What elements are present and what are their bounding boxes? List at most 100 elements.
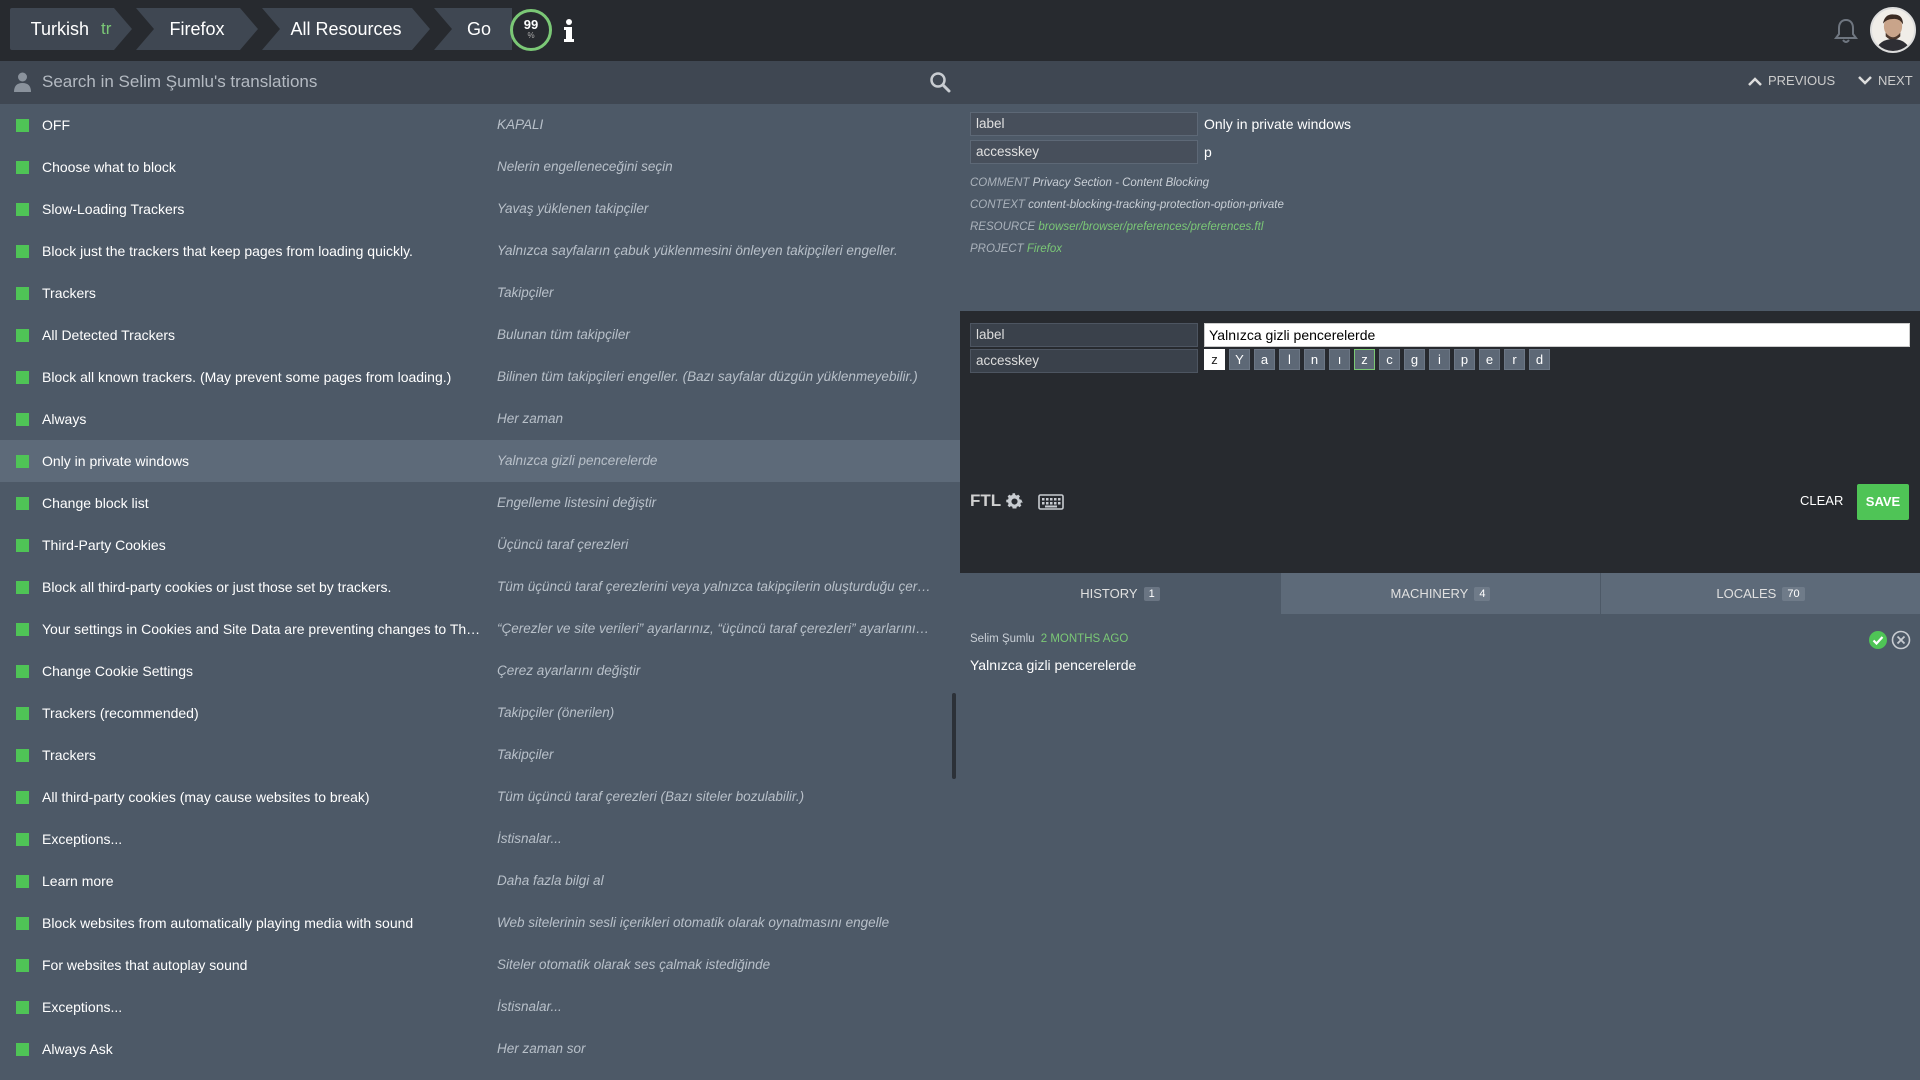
list-item[interactable]: Trackers Takipçiler	[0, 272, 960, 314]
source-panel: label Only in private windows accesskey …	[960, 104, 1920, 308]
list-item[interactable]: Trackers (recommended) Takipçiler (öneril…	[0, 692, 960, 734]
accesskey-option[interactable]: c	[1379, 349, 1400, 370]
approve-icon[interactable]	[1868, 630, 1888, 650]
accesskey-option[interactable]: r	[1504, 349, 1525, 370]
status-icon	[16, 791, 29, 804]
project-link[interactable]: Firefox	[1027, 243, 1062, 255]
translation-string: Tüm üçüncü taraf çerezleri (Bazı siteler…	[497, 789, 805, 804]
source-string: Block all third-party cookies or just th…	[42, 579, 392, 595]
list-item[interactable]: Third-Party Cookies Üçüncü taraf çerezler…	[0, 524, 960, 566]
accesskey-option[interactable]: z	[1354, 349, 1375, 370]
list-item[interactable]: All third-party cookies (may cause websi…	[0, 776, 960, 818]
translation-string: Her zaman sor	[497, 1041, 586, 1056]
list-item[interactable]: Trackers Takipçiler	[0, 734, 960, 776]
list-item[interactable]: Block just the trackers that keep pages …	[0, 230, 960, 272]
tab-machinery[interactable]: MACHINERY 4	[1280, 573, 1600, 614]
user-icon[interactable]	[14, 72, 31, 92]
accesskey-option[interactable]: l	[1279, 349, 1300, 370]
next-button[interactable]: NEXT	[1858, 73, 1913, 88]
source-string: Trackers	[42, 285, 96, 301]
translation-string: Takipçiler (önerilen)	[497, 705, 615, 720]
source-label-value: Only in private windows	[1204, 116, 1352, 132]
go-button[interactable]: Go	[434, 8, 512, 50]
translation-string: “Çerezler ve site verileri” ayarlarınız,…	[497, 621, 935, 636]
reject-icon[interactable]	[1891, 630, 1911, 650]
save-button[interactable]: SAVE	[1857, 484, 1909, 520]
list-item[interactable]: Exceptions... İstisnalar...	[0, 986, 960, 1028]
accesskey-option[interactable]: ı	[1329, 349, 1350, 370]
accesskey-option[interactable]: i	[1429, 349, 1450, 370]
list-item[interactable]: Slow-Loading Trackers Yavaş yüklenen taki…	[0, 188, 960, 230]
resource-link[interactable]: browser/browser/preferences/preferences.…	[1038, 221, 1263, 233]
resource-crumb[interactable]: All Resources	[262, 8, 430, 50]
list-item[interactable]: Change block list Engelleme listesini değ…	[0, 482, 960, 524]
accesskey-option[interactable]: z	[1204, 349, 1225, 370]
status-icon	[16, 455, 29, 468]
gear-icon[interactable]	[1004, 491, 1025, 512]
status-icon	[16, 833, 29, 846]
keyboard-icon[interactable]	[1038, 494, 1064, 510]
list-item[interactable]: Choose what to block Nelerin engelleneceğ…	[0, 146, 960, 188]
list-item[interactable]: Your settings in Cookies and Site Data a…	[0, 608, 960, 650]
accesskey-option[interactable]: e	[1479, 349, 1500, 370]
list-item[interactable]: Change Cookie Settings Çerez ayarlarını d…	[0, 650, 960, 692]
avatar[interactable]	[1870, 7, 1916, 53]
history-author[interactable]: Selim Şumlu	[970, 633, 1035, 645]
info-icon[interactable]	[560, 18, 578, 44]
source-label-key: label	[970, 112, 1198, 136]
translation-string: İstisnalar...	[497, 831, 562, 846]
list-item[interactable]: OFF KAPALI	[0, 104, 960, 146]
history-panel: Selim Şumlu 2 MONTHS AGO Yalnızca gizli …	[960, 614, 1920, 1080]
search-icon[interactable]	[929, 71, 951, 93]
tab-history[interactable]: HISTORY 1	[960, 573, 1280, 614]
accesskey-option[interactable]: g	[1404, 349, 1425, 370]
progress-indicator[interactable]: 99 %	[510, 9, 552, 51]
accesskey-option[interactable]: n	[1304, 349, 1325, 370]
search-input[interactable]	[42, 67, 922, 97]
list-item[interactable]: For websites that autoplay sound Siteler …	[0, 944, 960, 986]
source-string: Always	[42, 411, 87, 427]
ftl-toggle[interactable]: FTL	[970, 491, 1001, 511]
bell-icon[interactable]	[1833, 17, 1859, 45]
list-item-selected[interactable]: Only in private windows Yalnızca gizli pe…	[0, 440, 960, 482]
status-icon	[16, 623, 29, 636]
list-item[interactable]: All Detected Trackers Bulunan tüm takipçi…	[0, 314, 960, 356]
go-label: Go	[466, 18, 491, 39]
translation-string: Daha fazla bilgi al	[497, 873, 604, 888]
list-item[interactable]: Block all known trackers. (May prevent s…	[0, 356, 960, 398]
status-icon	[16, 161, 29, 174]
locale-code: tr	[100, 19, 112, 38]
source-accesskey-row: accesskey p	[970, 140, 1212, 164]
list-item[interactable]: Block websites from automatically playin…	[0, 902, 960, 944]
editor-label-key: label	[970, 323, 1198, 347]
project-crumb[interactable]: Firefox	[136, 8, 258, 50]
translation-input[interactable]: Yalnızca gizli pencerelerde	[1204, 323, 1910, 347]
source-string: Change block list	[42, 495, 149, 511]
accesskey-option[interactable]: Y	[1229, 349, 1250, 370]
chevron-down-icon	[1858, 75, 1872, 85]
previous-button[interactable]: PREVIOUS	[1748, 73, 1835, 88]
status-icon	[16, 329, 29, 342]
status-icon	[16, 287, 29, 300]
list-item[interactable]: Exceptions... İstisnalar...	[0, 818, 960, 860]
accesskey-option[interactable]: a	[1254, 349, 1275, 370]
source-string: Your settings in Cookies and Site Data a…	[42, 621, 482, 637]
list-item[interactable]: Learn more Daha fazla bilgi al	[0, 860, 960, 902]
source-accesskey-key: accesskey	[970, 140, 1198, 164]
locale-name: Turkish	[30, 18, 89, 39]
list-item[interactable]: Block all third-party cookies or just th…	[0, 566, 960, 608]
history-meta: Selim Şumlu 2 MONTHS AGO	[970, 633, 1128, 645]
source-string: Block websites from automatically playin…	[42, 915, 414, 931]
tab-locales[interactable]: LOCALES 70	[1600, 573, 1920, 614]
list-item[interactable]: Always Her zaman	[0, 398, 960, 440]
locale-crumb[interactable]: Turkish tr	[10, 8, 132, 50]
history-translation[interactable]: Yalnızca gizli pencerelerde	[970, 657, 1136, 673]
accesskey-option[interactable]: p	[1454, 349, 1475, 370]
list-item[interactable]: Always Ask Her zaman sor	[0, 1028, 960, 1070]
translation-string: Nelerin engelleneceğini seçin	[497, 159, 673, 174]
resource-key: RESOURCE	[970, 221, 1036, 233]
accesskey-option[interactable]: d	[1529, 349, 1550, 370]
clear-button[interactable]: CLEAR	[1800, 493, 1843, 508]
status-icon	[16, 245, 29, 258]
list-scrollbar[interactable]	[952, 693, 956, 779]
